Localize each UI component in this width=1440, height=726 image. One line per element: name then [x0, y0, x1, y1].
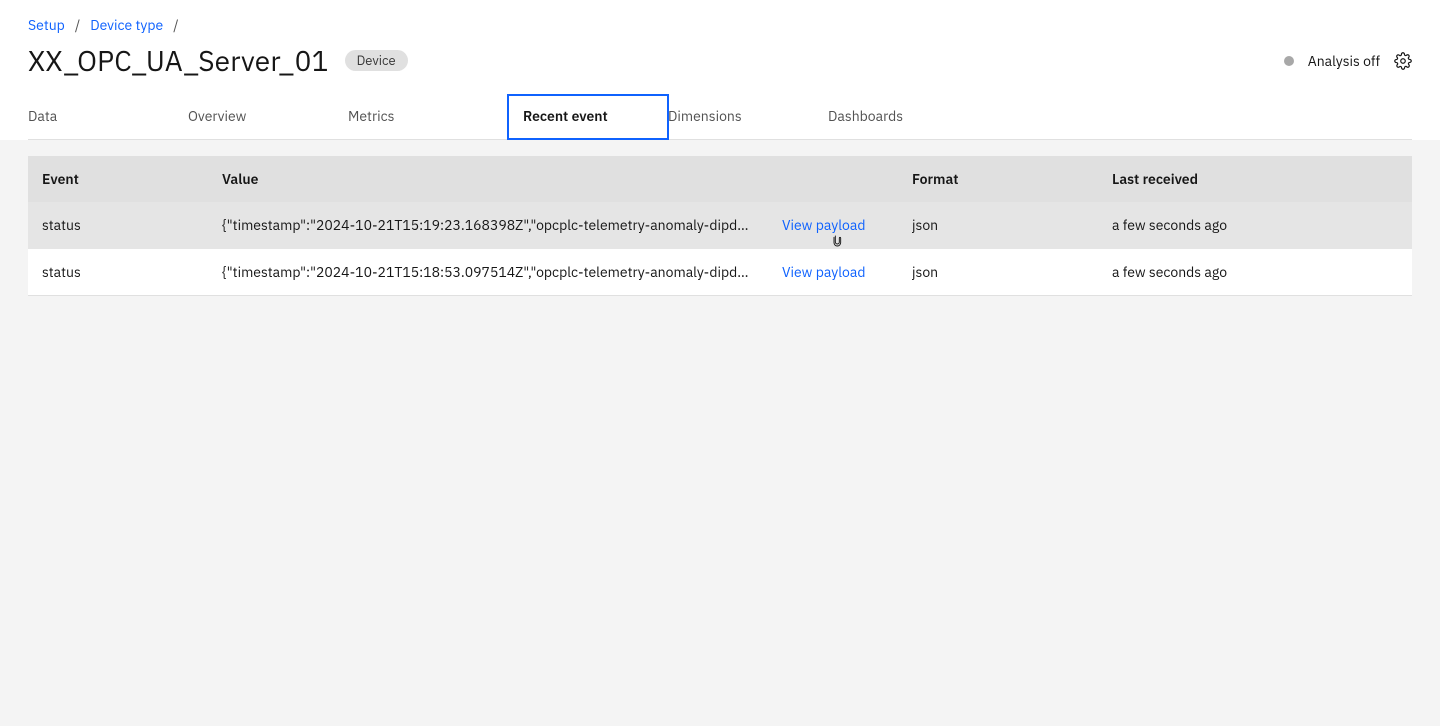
- cell-format: json: [898, 249, 1098, 296]
- device-badge: Device: [345, 50, 408, 71]
- breadcrumb-sep: /: [173, 16, 178, 34]
- tab-dashboards[interactable]: Dashboards: [828, 95, 988, 139]
- col-value[interactable]: Value: [208, 156, 898, 202]
- tab-dimensions[interactable]: Dimensions: [668, 95, 828, 139]
- cell-view-payload: View payload: [768, 249, 898, 296]
- cell-last-received: a few seconds ago: [1098, 202, 1412, 249]
- tab-overview[interactable]: Overview: [188, 95, 348, 139]
- cell-value: {"timestamp":"2024-10-21T15:18:53.097514…: [208, 249, 768, 296]
- breadcrumb-setup[interactable]: Setup: [28, 16, 65, 34]
- col-event[interactable]: Event: [28, 156, 208, 202]
- cell-last-received: a few seconds ago: [1098, 249, 1412, 296]
- tab-label: Dashboards: [828, 107, 903, 125]
- tabs: Data Overview Metrics Recent event Dimen…: [28, 95, 1412, 140]
- col-format[interactable]: Format: [898, 156, 1098, 202]
- tab-label: Metrics: [348, 107, 394, 125]
- cell-event: status: [28, 249, 208, 296]
- cell-event: status: [28, 202, 208, 249]
- col-last-received[interactable]: Last received: [1098, 156, 1412, 202]
- breadcrumb-sep: /: [75, 16, 80, 34]
- analysis-status: Analysis off: [1308, 52, 1380, 70]
- tab-metrics[interactable]: Metrics: [348, 95, 508, 139]
- page-title: XX_OPC_UA_Server_01: [28, 42, 329, 79]
- tab-recent-event[interactable]: Recent event: [507, 94, 669, 140]
- tab-data[interactable]: Data: [28, 95, 188, 139]
- tab-label: Recent event: [523, 107, 608, 125]
- cell-value: {"timestamp":"2024-10-21T15:19:23.168398…: [208, 202, 768, 249]
- breadcrumb: Setup / Device type /: [28, 16, 1412, 34]
- events-table: Event Value Format Last received status …: [28, 156, 1412, 296]
- table-row[interactable]: status {"timestamp":"2024-10-21T15:18:53…: [28, 249, 1412, 296]
- status-dot-icon: [1284, 56, 1294, 66]
- table-row[interactable]: status {"timestamp":"2024-10-21T15:19:23…: [28, 202, 1412, 249]
- breadcrumb-device-type[interactable]: Device type: [90, 16, 163, 34]
- cell-format: json: [898, 202, 1098, 249]
- view-payload-link[interactable]: View payload: [782, 263, 865, 281]
- gear-icon[interactable]: [1394, 52, 1412, 70]
- cell-view-payload: View payload: [768, 202, 898, 249]
- tab-label: Dimensions: [668, 107, 742, 125]
- tab-label: Data: [28, 107, 57, 125]
- tab-label: Overview: [188, 107, 246, 125]
- view-payload-link[interactable]: View payload: [782, 216, 865, 234]
